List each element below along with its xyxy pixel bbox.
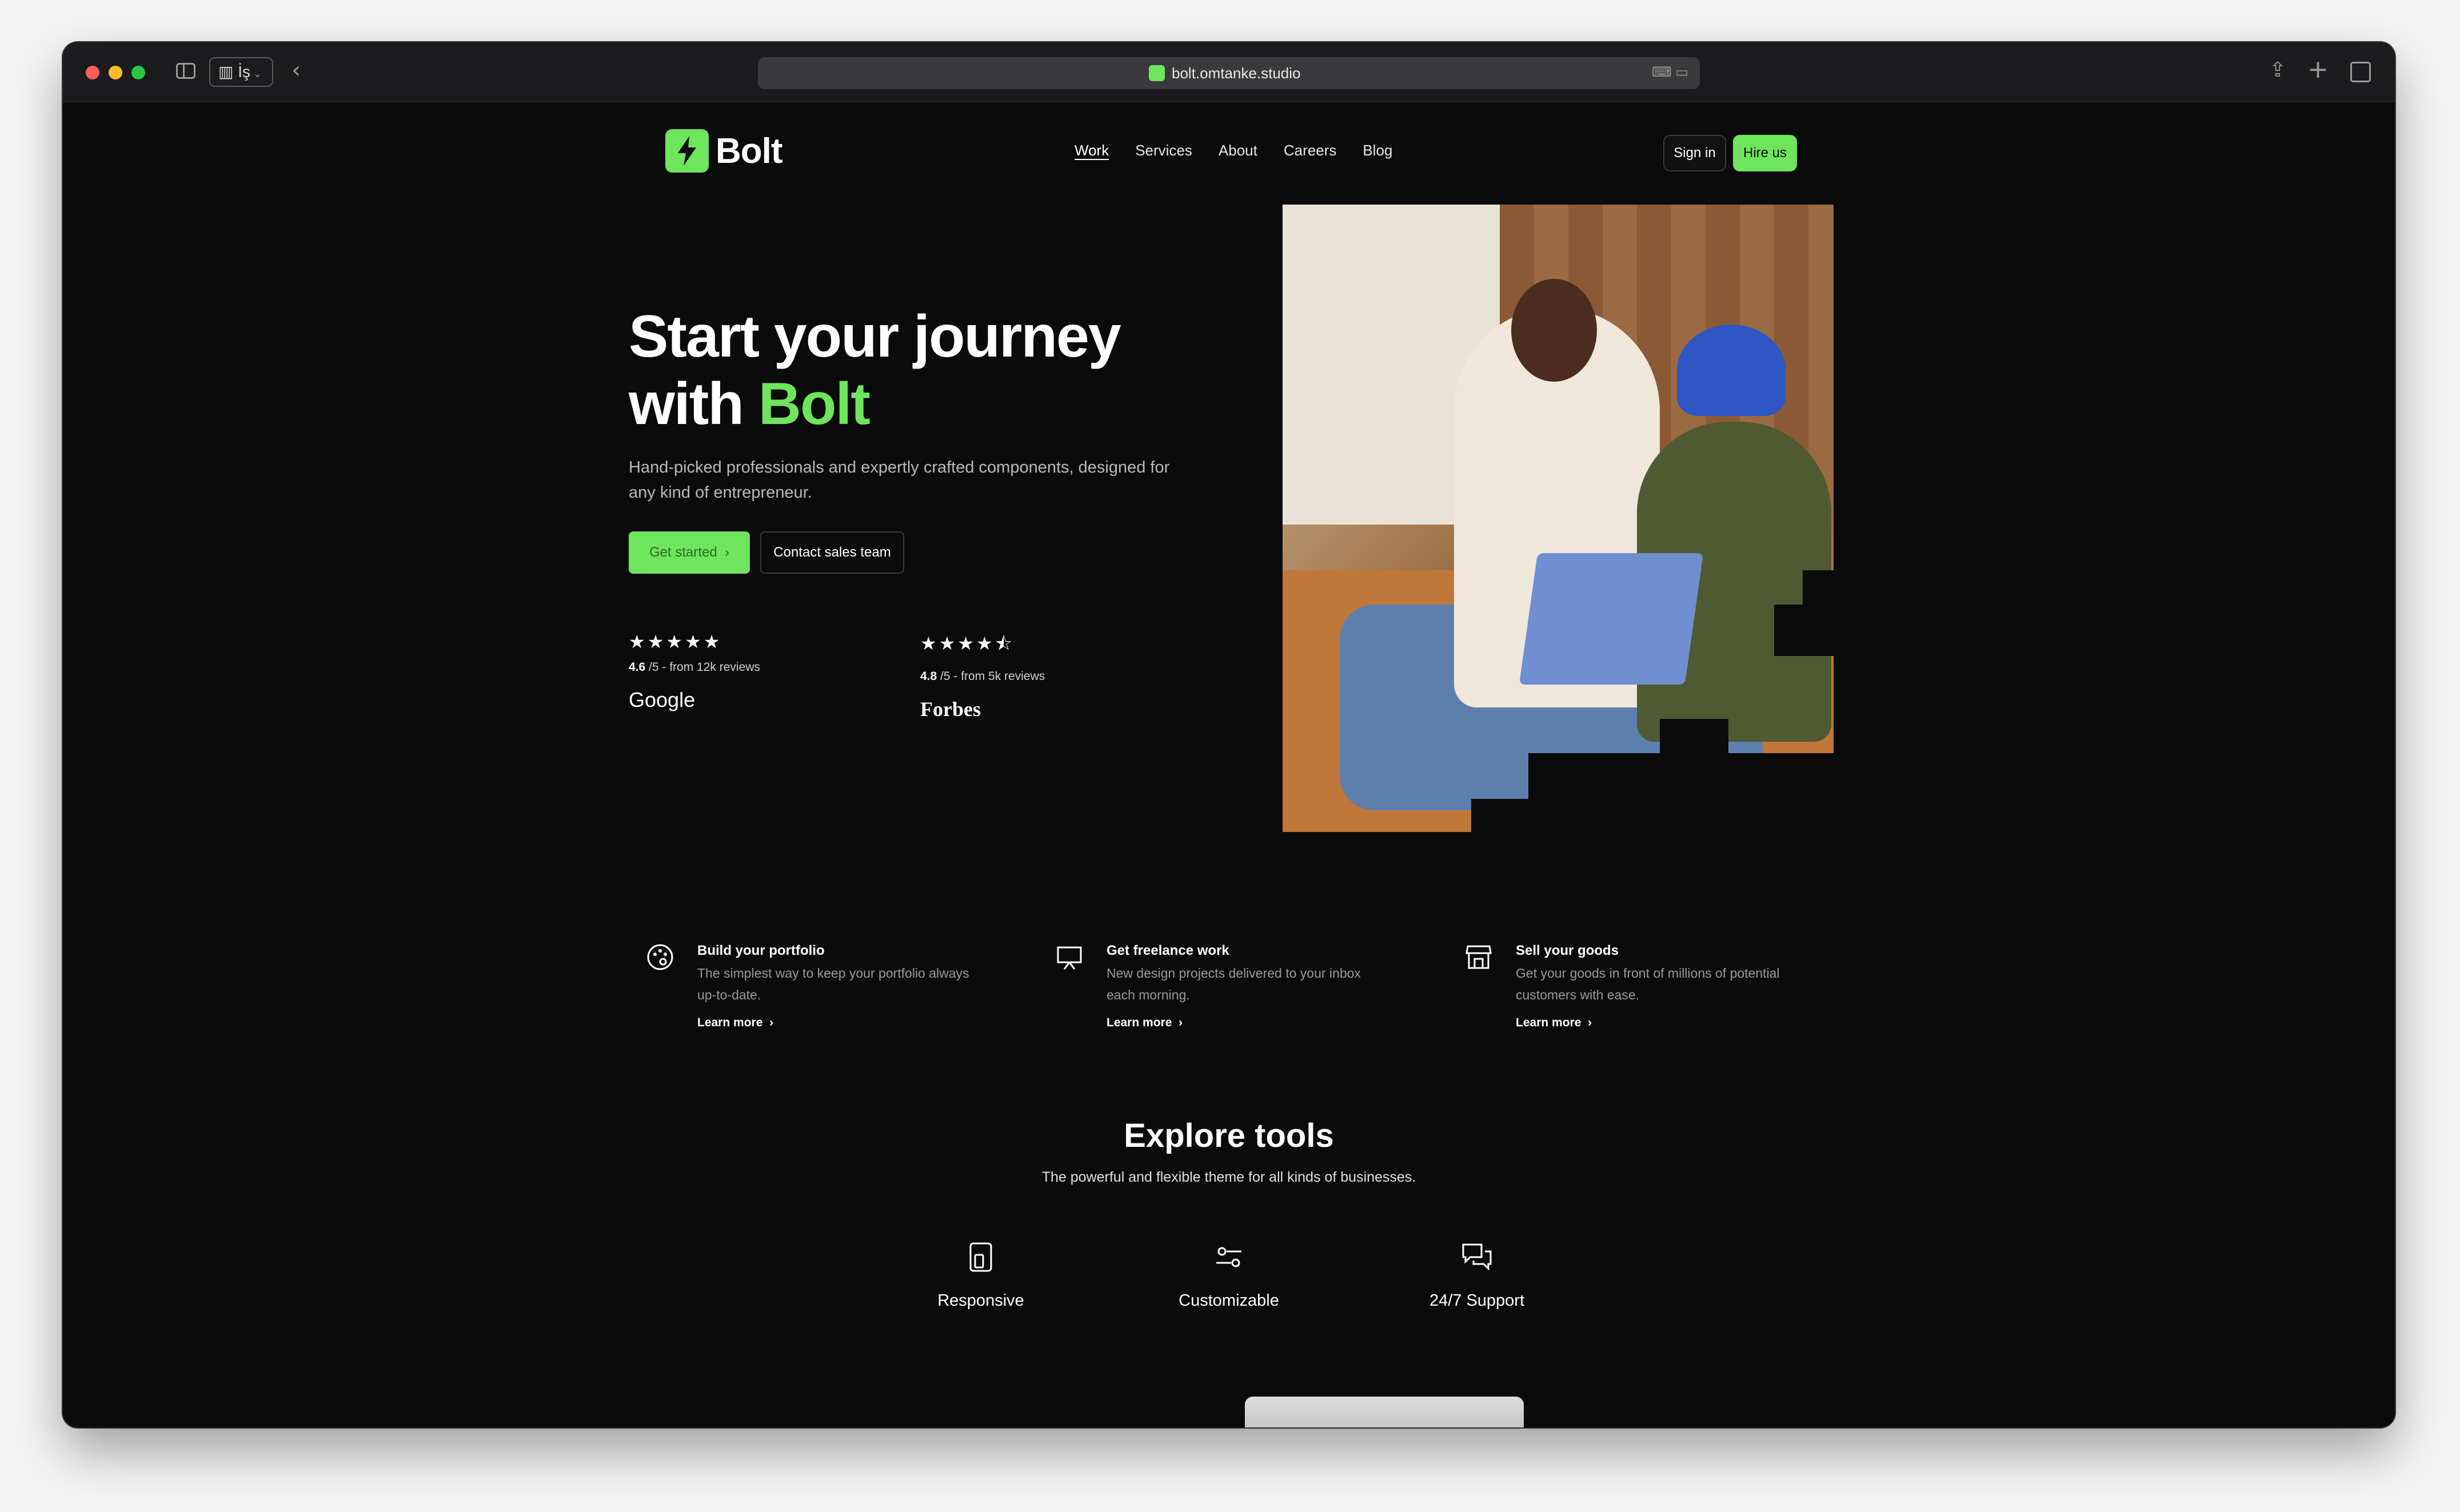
explore-title: Explore tools [1124,1117,1334,1154]
zoom-window-button[interactable] [131,66,145,79]
profile-switcher[interactable]: ▥ İş ⌄ [209,57,273,87]
nav-item-blog[interactable]: Blog [1363,142,1392,159]
learn-more-label: Learn more [697,1016,763,1029]
chevron-right-icon: › [717,545,730,560]
sign-in-button[interactable]: Sign in [1663,135,1726,171]
translate-icon[interactable]: ⌨ ▭ [1652,64,1688,81]
browser-titlebar: ▥ İş ⌄ ‹ bolt.omtanke.studio ⌨ ▭ ⇪ + [63,42,2395,103]
photo-laptop [1519,553,1704,685]
learn-more-link[interactable]: Learn more › [697,1016,773,1030]
tool-customizable: Customizable [1143,1240,1315,1310]
pixel-block [1774,605,1834,656]
feature-description: New design projects delivered to your in… [1107,966,1361,1002]
hero-title-prefix: with [629,371,758,437]
rating-score: 4.8 /5 - from 5k reviews [920,670,1045,683]
tool-support: 24/7 Support [1391,1240,1563,1310]
sidebar-toggle-icon[interactable] [176,63,195,79]
feature-title: Get freelance work [1107,943,1229,958]
feature-title: Sell your goods [1516,943,1619,958]
photo-person-left-head [1511,279,1597,382]
main-nav: Work Services About Careers Blog [1075,142,1392,159]
forbes-logo: Forbes [920,698,981,721]
chevron-right-icon: › [762,1016,774,1029]
tool-label: Responsive [937,1291,1024,1310]
nav-item-about[interactable]: About [1219,142,1257,159]
learn-more-link[interactable]: Learn more › [1107,1016,1183,1030]
chevron-right-icon: › [1581,1016,1592,1029]
site-favicon [1149,65,1165,81]
pixel-block [1471,799,1528,832]
rating-stars: ★★★★⯪ [920,633,1015,654]
chat-icon [1462,1243,1492,1271]
rating-suffix: /5 - from 12k reviews [645,661,760,674]
new-tab-icon[interactable]: + [2307,55,2329,84]
google-logo: Google [629,688,696,711]
hero-title: Start your journey with Bolt [629,303,1200,438]
share-icon[interactable]: ⇪ [2269,58,2286,82]
rating-forbes: ★★★★⯪ 4.8 /5 - from 5k reviews Forbes [920,631,1045,721]
tab-overview-icon[interactable] [2350,62,2371,82]
hero-title-line1: Start your journey [629,303,1121,370]
hero-title-line2: with Bolt [629,370,1200,438]
hero-subtitle: Hand-picked professionals and expertly c… [629,458,1170,502]
hire-us-button[interactable]: Hire us [1733,135,1797,171]
rating-score: 4.6 /5 - from 12k reviews [629,661,760,674]
tool-label: 24/7 Support [1429,1291,1525,1310]
contact-sales-button[interactable]: Contact sales team [760,531,904,574]
minimize-window-button[interactable] [109,66,122,79]
address-url: bolt.omtanke.studio [1172,65,1301,82]
learn-more-label: Learn more [1107,1016,1172,1029]
bolt-logo-icon [665,129,709,173]
profile-icon: ▥ [218,63,238,81]
pixel-block [1528,753,1834,832]
rating-value: 4.8 [920,670,937,683]
web-page: Bolt Work Services About Careers Blog Si… [63,103,2395,1427]
rating-google: ★★★★★ 4.6 /5 - from 12k reviews Google [629,631,760,712]
site-logo[interactable]: Bolt [665,128,783,174]
profile-label: İş [238,63,251,81]
learn-more-label: Learn more [1516,1016,1582,1029]
chevron-down-icon: ⌄ [250,68,262,79]
rating-value: 4.6 [629,661,646,674]
learn-more-link[interactable]: Learn more › [1516,1016,1592,1030]
feature-title: Build your portfolio [697,943,825,958]
explore-subtitle: The powerful and flexible theme for all … [1041,1169,1416,1185]
pixel-block [1660,719,1728,753]
palette-icon [647,944,673,970]
nav-item-services[interactable]: Services [1135,142,1192,159]
rating-stars: ★★★★★ [629,631,722,653]
rating-suffix: /5 - from 5k reviews [937,670,1045,683]
chevron-right-icon: › [1172,1016,1183,1029]
hero-title-accent: Bolt [758,371,870,437]
browser-window: ▥ İş ⌄ ‹ bolt.omtanke.studio ⌨ ▭ ⇪ + Bol… [63,42,2395,1427]
hero-photo [1283,205,1834,832]
photo-beanie [1677,325,1786,416]
address-bar[interactable]: bolt.omtanke.studio ⌨ ▭ [758,57,1700,89]
feature-description: The simplest way to keep your portfolio … [697,966,969,1002]
tool-responsive: Responsive [895,1240,1067,1310]
nav-item-work[interactable]: Work [1075,142,1109,159]
devices-icon [969,1242,992,1272]
tool-label: Customizable [1179,1291,1279,1310]
get-started-label: Get started [649,545,717,560]
presentation-icon [1057,946,1082,970]
device-preview-image [1245,1397,1524,1427]
logo-text: Bolt [716,131,783,171]
close-window-button[interactable] [86,66,99,79]
nav-item-careers[interactable]: Careers [1284,142,1336,159]
sliders-icon [1216,1247,1241,1267]
back-icon[interactable]: ‹ [291,57,301,83]
store-icon [1465,945,1492,969]
get-started-button[interactable]: Get started › [629,531,750,574]
feature-description: Get your goods in front of millions of p… [1516,966,1780,1002]
